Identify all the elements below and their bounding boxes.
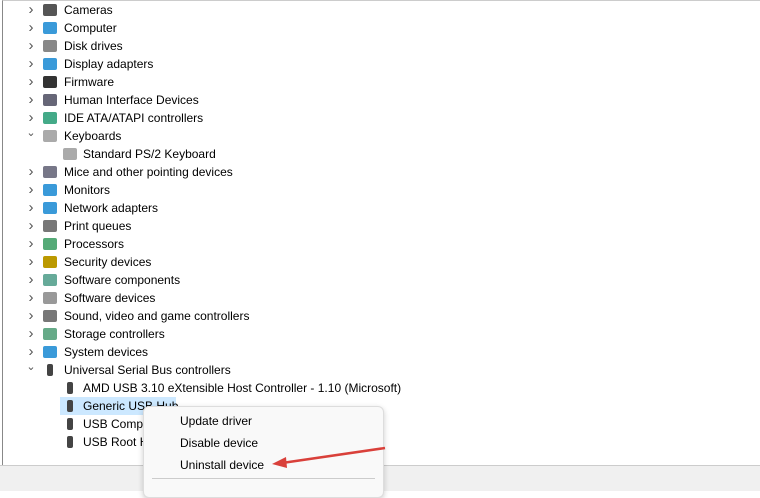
annotation-arrow xyxy=(272,446,386,468)
